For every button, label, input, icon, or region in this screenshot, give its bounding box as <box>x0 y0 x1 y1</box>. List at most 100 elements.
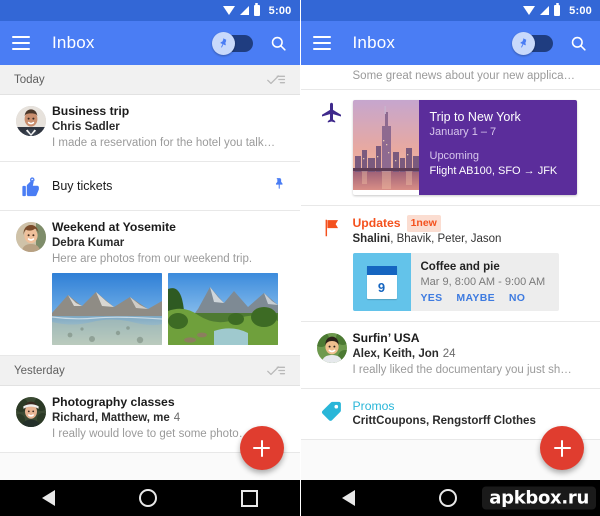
home-circle-icon[interactable] <box>138 489 157 507</box>
inbox-list-left[interactable]: Today Business trip Chris Sadler I made … <box>0 65 300 480</box>
new-york-skyline-photo <box>352 100 419 190</box>
item-leading <box>311 398 353 429</box>
compose-fab[interactable] <box>239 426 284 470</box>
page-title: Inbox <box>52 33 95 52</box>
search-icon[interactable] <box>269 34 288 53</box>
item-leading <box>10 395 52 442</box>
screenshot-stage: 5:00 Inbox Today Business trip Chris Sad… <box>0 0 600 516</box>
item-senders: Richard, Matthew, me 4 <box>52 412 181 424</box>
rsvp-yes-button[interactable]: YES <box>421 292 443 304</box>
item-body: Updates 1new Shalini, Bhavik, Peter, Jas… <box>352 215 589 311</box>
trip-flight: Flight AB100, SFO → JFK <box>429 165 558 177</box>
item-subject: Weekend at Yosemite <box>52 220 176 234</box>
done-all-icon[interactable] <box>266 70 286 89</box>
rsvp-maybe-button[interactable]: MAYBE <box>456 292 494 304</box>
item-body: Surfin’ USA Alex, Keith, Jon 24 I really … <box>353 331 589 378</box>
compose-fab[interactable] <box>540 426 584 470</box>
pin-icon <box>520 37 527 48</box>
signal-icon <box>540 6 550 15</box>
reminder-finger-icon <box>22 177 39 197</box>
hamburger-menu-icon[interactable] <box>312 36 331 50</box>
item-leading <box>311 331 353 378</box>
back-triangle-icon[interactable] <box>342 490 356 506</box>
new-count-badge: 1new <box>406 215 441 232</box>
item-senders: Alex, Keith, Jon 24 <box>352 348 456 360</box>
item-senders: CrittCoupons, Rengstorff Clothes <box>352 415 536 427</box>
trip-details: Trip to New York January 1 – 7 Upcoming … <box>418 100 577 195</box>
list-item[interactable]: Weekend at Yosemite Debra Kumar Here are… <box>0 211 300 356</box>
pin-toggle-switch[interactable] <box>211 31 253 55</box>
item-leading <box>10 220 52 345</box>
battery-icon <box>554 3 561 16</box>
item-subject: Surfin’ USA <box>352 331 420 345</box>
list-item[interactable]: Business trip Chris Sadler I made a rese… <box>0 95 300 162</box>
cluster-title-row: Updates 1new <box>353 215 585 232</box>
avatar-photo-alex <box>316 333 347 363</box>
section-label: Yesterday <box>14 364 65 377</box>
item-senders: Debra Kumar <box>52 237 125 249</box>
item-snippet: Here are photos from our weekend trip. <box>52 253 253 265</box>
avatar-photo-richard <box>16 397 46 427</box>
attachment-thumbnail[interactable] <box>52 273 162 345</box>
done-all-icon[interactable] <box>266 361 286 380</box>
item-body: Promos CrittCoupons, Rengstorff Clothes <box>353 398 589 429</box>
item-leading <box>10 174 52 198</box>
item-body: Weekend at Yosemite Debra Kumar Here are… <box>52 220 288 345</box>
list-item-cluster-updates[interactable]: Updates 1new Shalini, Bhavik, Peter, Jas… <box>300 206 600 322</box>
back-triangle-icon[interactable] <box>41 490 55 506</box>
avatar[interactable] <box>316 333 347 363</box>
item-snippet: I really liked the documentary you just … <box>352 364 572 376</box>
status-bar: 5:00 <box>0 0 300 21</box>
avatar[interactable] <box>16 397 46 427</box>
calendar-details: Coffee and pie Mar 9, 8:00 AM - 9:00 AM … <box>411 253 559 311</box>
home-circle-icon[interactable] <box>439 489 458 507</box>
app-bar: Inbox <box>0 21 300 65</box>
inbox-list-right[interactable]: Some great news about your new applica… <box>300 65 600 480</box>
item-leading <box>311 99 353 195</box>
calendar-invite-card[interactable]: 9 Coffee and pie Mar 9, 8:00 AM - 9:00 A… <box>352 253 559 311</box>
wifi-icon <box>523 6 536 15</box>
item-body: Business trip Chris Sadler I made a rese… <box>52 104 288 151</box>
signal-icon <box>239 6 249 15</box>
right-phone-screen: 5:00 Inbox Some great news about your ne… <box>299 0 600 516</box>
recents-square-icon[interactable] <box>240 489 258 507</box>
cluster-title: Promos <box>352 399 395 413</box>
list-item[interactable]: Surfin’ USA Alex, Keith, Jon 24 I really … <box>300 322 600 389</box>
hamburger-menu-icon[interactable] <box>12 36 30 50</box>
item-leading <box>10 104 52 151</box>
battery-icon <box>253 3 260 16</box>
pin-icon[interactable] <box>273 177 286 195</box>
trip-title: Trip to New York <box>429 110 521 124</box>
section-header-today: Today <box>0 65 300 95</box>
app-bar: Inbox <box>300 21 600 65</box>
trip-status: Upcoming <box>429 150 480 162</box>
status-bar-time: 5:00 <box>569 4 592 17</box>
tag-icon <box>321 401 341 421</box>
left-phone-screen: 5:00 Inbox Today Business trip Chris Sad… <box>0 0 300 516</box>
rsvp-actions: YES MAYBE NO <box>421 292 551 304</box>
list-item-trip[interactable]: Trip to New York January 1 – 7 Upcoming … <box>300 90 600 206</box>
status-bar: 5:00 <box>300 0 600 21</box>
pin-toggle-knob <box>512 31 535 55</box>
site-watermark: apkbox.ru <box>482 486 596 510</box>
cluster-title: Updates <box>352 216 401 230</box>
navigation-bar <box>0 480 300 516</box>
pin-icon <box>219 37 226 48</box>
item-count: 24 <box>442 348 456 360</box>
attachment-thumbnail[interactable] <box>168 273 278 345</box>
event-time: Mar 9, 8:00 AM - 9:00 AM <box>420 276 546 288</box>
yosemite-valley-photo <box>168 273 278 345</box>
avatar[interactable] <box>16 222 46 252</box>
item-senders: Chris Sadler <box>52 121 120 133</box>
rsvp-no-button[interactable]: NO <box>509 292 525 304</box>
status-bar-time: 5:00 <box>268 4 292 17</box>
item-subject: Business trip <box>52 104 130 118</box>
avatar[interactable] <box>16 106 46 136</box>
search-icon[interactable] <box>569 34 588 53</box>
trip-card[interactable]: Trip to New York January 1 – 7 Upcoming … <box>352 100 577 195</box>
wifi-icon <box>222 6 235 15</box>
list-item-reminder[interactable]: Buy tickets <box>0 162 300 211</box>
partial-item-snippet: Some great news about your new applica… <box>300 65 600 90</box>
page-title: Inbox <box>352 33 396 52</box>
pin-toggle-switch[interactable] <box>512 31 553 55</box>
